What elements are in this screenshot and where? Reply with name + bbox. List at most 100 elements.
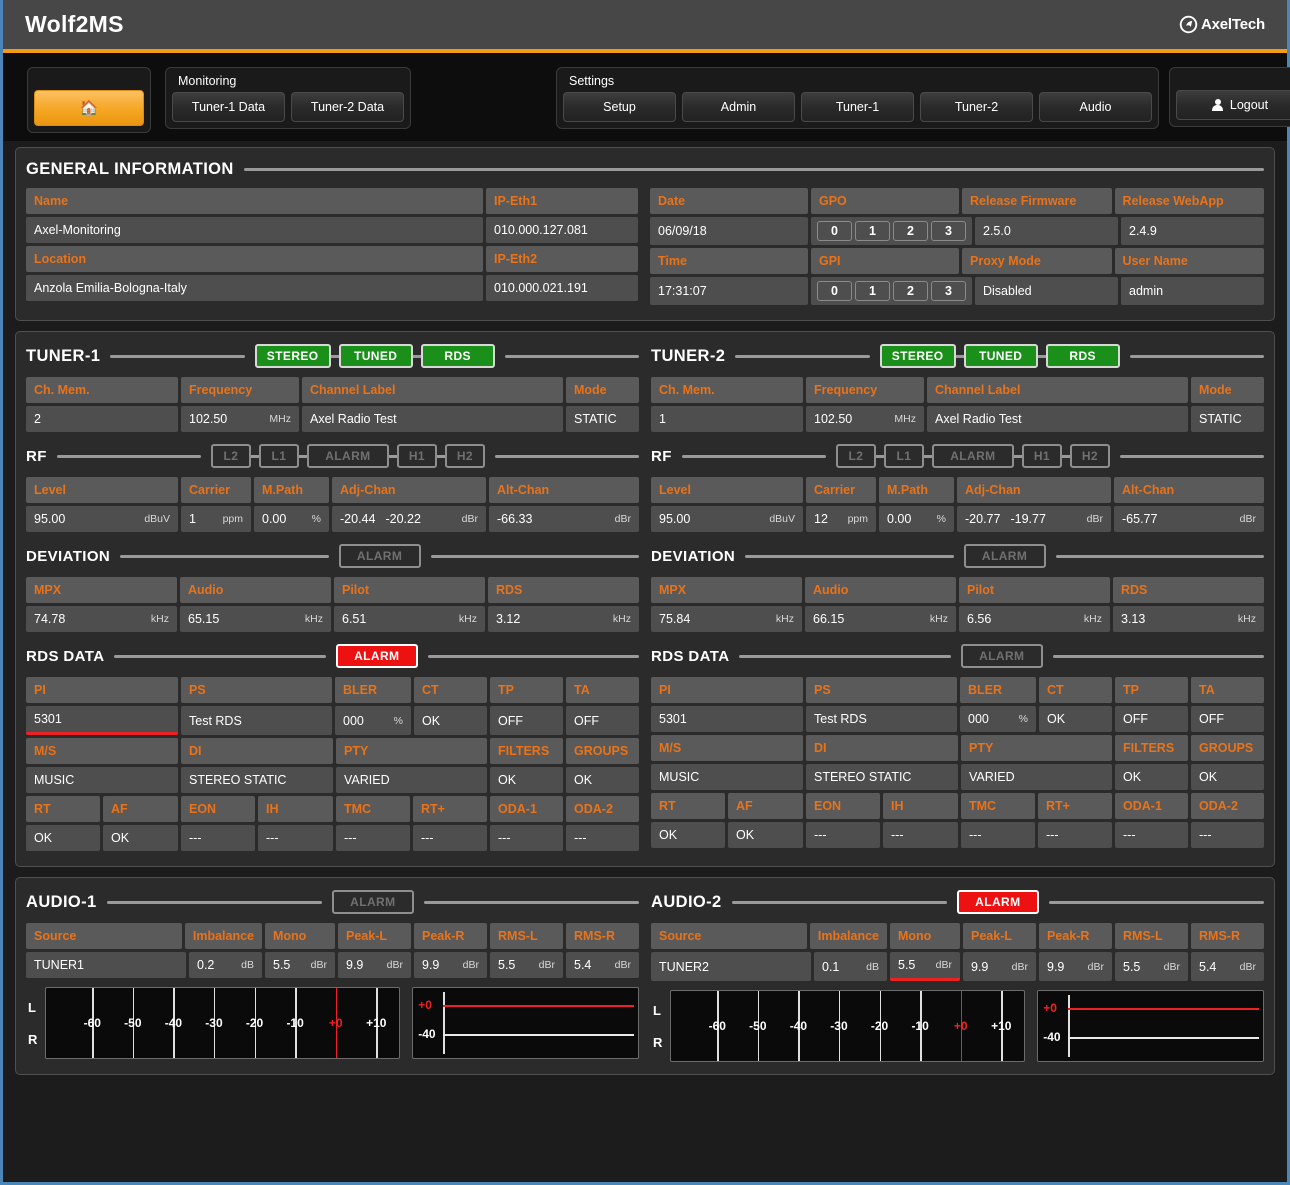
gpo-pin-3[interactable]: 3 <box>931 221 966 241</box>
tab-admin[interactable]: Admin <box>682 92 795 122</box>
t2-adj-chan-value: -20.77 -19.77 dBr <box>957 506 1111 532</box>
t1-filters-value: OK <box>490 767 563 793</box>
a1-mono-unit: dBr <box>310 959 327 971</box>
t2-dev-audio-number: 66.15 <box>813 612 845 626</box>
t1-bler-header: BLER <box>335 677 411 703</box>
t2-ch-mem-header: Ch. Mem. <box>651 377 803 403</box>
t1-ms-header: M/S <box>26 738 178 764</box>
t1-level-number: 95.00 <box>34 512 66 526</box>
a2-peak-l-value: 9.9 dBr <box>963 952 1036 981</box>
a2-rms-l-unit: dBr <box>1163 960 1180 973</box>
table-row: 1 102.50 MHz Axel Radio Test STATIC <box>651 406 1264 432</box>
user-name-value: admin <box>1121 277 1264 305</box>
audio2-left-label: L <box>653 1002 661 1018</box>
t1-carrier-value: 1 ppm <box>181 506 251 532</box>
t2-ih-header: IH <box>883 793 958 819</box>
gpo-pin-0[interactable]: 0 <box>817 221 852 241</box>
audio2-right-label: R <box>653 1034 663 1050</box>
t1-pilot-number: 6.51 <box>342 612 367 626</box>
table-row: Time GPI Proxy Mode User Name <box>650 248 1264 274</box>
t2-eon-value: --- <box>806 822 880 848</box>
t2-oda1-value: --- <box>1115 822 1188 848</box>
ip-eth2-header: IP-Eth2 <box>486 246 638 272</box>
divider <box>110 354 245 358</box>
t1-ps-header: PS <box>181 677 332 703</box>
a2-peak-r-unit: dBr <box>1087 960 1104 973</box>
tab-tuner1[interactable]: Tuner-1 <box>801 92 914 122</box>
a1-rms-r-value: 5.4 dBr <box>566 952 639 978</box>
tab-tuner2[interactable]: Tuner-2 <box>920 92 1033 122</box>
t1-rtplus-value: --- <box>413 825 487 851</box>
t2-alt-chan-value: -65.77 dBr <box>1114 506 1264 532</box>
a2-imbalance-unit: dB <box>866 960 879 973</box>
time-header: Time <box>650 248 808 274</box>
table-row: MUSIC STEREO STATIC VARIED OK OK <box>26 767 639 793</box>
table-row: M/S DI PTY FILTERS GROUPS <box>26 738 639 764</box>
logout-button[interactable]: Logout <box>1176 90 1290 120</box>
navigation-bar: 🏠 Monitoring Tuner-1 Data Tuner-2 Data S… <box>3 53 1290 141</box>
tab-audio[interactable]: Audio <box>1039 92 1152 122</box>
audio2-badge-alarm: ALARM <box>956 890 1039 914</box>
table-row: Source Imbalance Mono Peak-L Peak-R RMS-… <box>651 923 1264 949</box>
t2-dev-rds-unit: kHz <box>1237 613 1256 625</box>
table-row: TUNER1 0.2 dB 5.5 dBr 9.9 dBr 9.9 dBr 5.… <box>26 952 639 978</box>
t2-bler-value: 000 % <box>960 706 1036 732</box>
tuner1-header: TUNER-1 STEREO TUNED RDS <box>26 344 639 368</box>
t1-bler-value: 000 % <box>335 706 411 735</box>
gpi-pin-3[interactable]: 3 <box>931 281 966 301</box>
home-button[interactable]: 🏠 <box>34 90 144 126</box>
t1-groups-header: GROUPS <box>566 738 639 764</box>
t2-rt-header: RT <box>651 793 725 819</box>
table-row: Level Carrier M.Path Adj-Chan Alt-Chan <box>651 477 1264 503</box>
t1-pilot-unit: kHz <box>458 613 477 625</box>
t1-mpx-value: 74.78 kHz <box>26 606 177 632</box>
a2-source-header: Source <box>651 923 807 949</box>
t1-di-value: STEREO STATIC <box>181 767 333 793</box>
table-row: 2 102.50 MHz Axel Radio Test STATIC <box>26 406 639 432</box>
t1-bler-unit: % <box>393 714 403 727</box>
a2-imbalance-header: Imbalance <box>809 923 887 949</box>
t2-ms-value: MUSIC <box>651 764 803 790</box>
table-row: Level Carrier M.Path Adj-Chan Alt-Chan <box>26 477 639 503</box>
audio2-tick-3: -30 <box>830 1019 848 1033</box>
t2-rf-badge-l1: L1 <box>883 444 924 468</box>
t2-bler-unit: % <box>1018 713 1028 725</box>
a1-imbalance-number: 0.2 <box>197 958 215 972</box>
tab-tuner1-data[interactable]: Tuner-1 Data <box>172 92 285 122</box>
a1-rms-l-value: 5.5 dBr <box>490 952 563 978</box>
table-row: 5301 Test RDS 000 % OK OFF OFF <box>26 706 639 735</box>
a2-rms-r-number: 5.4 <box>1199 959 1217 974</box>
t2-rds-data-header: RDS DATA ALARM <box>651 644 1265 668</box>
gpo-pin-1[interactable]: 1 <box>855 221 890 241</box>
t1-carrier-header: Carrier <box>181 477 251 503</box>
gpi-pin-1[interactable]: 1 <box>855 281 890 301</box>
gpi-pin-2[interactable]: 2 <box>893 281 928 301</box>
t2-alt-chan-unit: dBr <box>1239 513 1256 525</box>
t1-frequency-number: 102.50 <box>189 412 228 426</box>
audio1-level-meter: L R -60 -50 -40 -30 -20 -10 +0 +10 <box>26 987 401 1059</box>
status-badge-rds: RDS <box>420 344 495 368</box>
t2-dev-rds-header: RDS <box>1113 577 1264 603</box>
name-header: Name <box>26 188 483 214</box>
gpo-pin-2[interactable]: 2 <box>893 221 928 241</box>
tab-tuner2-data[interactable]: Tuner-2 Data <box>291 92 404 122</box>
a2-imbalance-number: 0.1 <box>822 959 840 974</box>
t2-channel-label-value: Axel Radio Test <box>927 406 1188 432</box>
divider <box>1055 554 1265 558</box>
t1-carrier-unit: ppm <box>222 513 243 525</box>
t2-ta-value: OFF <box>1191 706 1264 732</box>
t2-deviation-title: DEVIATION <box>651 547 736 565</box>
audio2-lr-labels: L R <box>651 990 664 1062</box>
table-row: 74.78 kHz 65.15 kHz 6.51 kHz 3.12 kHz <box>26 606 639 632</box>
table-row: MPX Audio Pilot RDS <box>26 577 639 603</box>
t2-rf-title: RF <box>651 447 672 465</box>
t2-rds-badge-alarm: ALARM <box>960 644 1043 668</box>
gpi-pin-0[interactable]: 0 <box>817 281 852 301</box>
audio1-scale-secondary: +0 -40 <box>412 987 639 1059</box>
audio1-header: AUDIO-1 ALARM <box>26 890 640 914</box>
tab-setup[interactable]: Setup <box>563 92 676 122</box>
audio2-section: AUDIO-2 ALARM Source Imbalance Mono Peak… <box>651 890 1265 1062</box>
divider <box>443 992 445 1054</box>
t1-level-header: Level <box>26 477 178 503</box>
gpi-pins: 0 1 2 3 <box>811 277 972 305</box>
